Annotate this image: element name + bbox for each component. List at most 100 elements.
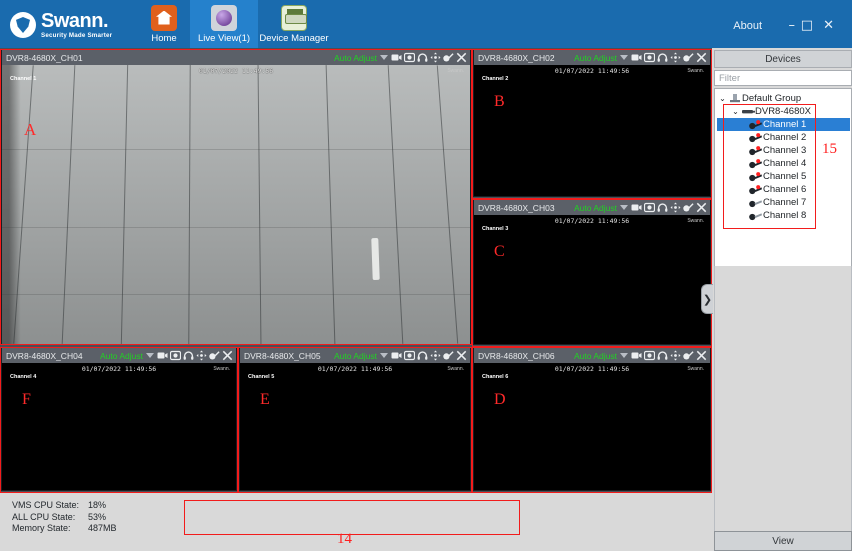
camera-icon [749, 185, 763, 195]
camera-icon [749, 172, 763, 182]
close-icon[interactable] [456, 350, 467, 361]
device-tree[interactable]: ⌄ Default Group ⌄ DVR8-4680X Channel 1 [714, 88, 852, 278]
tree-channel-label: Channel 2 [763, 132, 806, 143]
audio-icon[interactable] [417, 350, 428, 361]
tab-home[interactable]: Home [132, 0, 196, 48]
tree-channel-5[interactable]: Channel 5 [717, 170, 851, 183]
video-feed-ch05[interactable]: 01/07/2022 11:49:56 Swann. Channel 5 E [240, 363, 470, 490]
auto-adjust-label[interactable]: Auto Adjust [574, 53, 617, 63]
chevron-down-icon[interactable] [380, 55, 388, 60]
brand-tagline: Security Made Smarter [41, 33, 112, 39]
edit-icon[interactable] [209, 350, 220, 361]
video-feed-ch01[interactable]: 01/07/2022 11:49:56 Swann. Channel 1 A [2, 65, 470, 344]
chevron-down-icon[interactable] [620, 205, 628, 210]
device-filter-input[interactable]: Filter [714, 70, 852, 86]
tree-group-default[interactable]: ⌄ Default Group [717, 92, 851, 105]
annotation-14: 14 [337, 531, 352, 548]
edit-icon[interactable] [443, 350, 454, 361]
panel-titlebar-ch06: DVR8-4680X_CH06 Auto Adjust [474, 348, 710, 363]
tree-channel-6[interactable]: Channel 6 [717, 183, 851, 196]
ptz-icon[interactable] [670, 350, 681, 361]
close-icon[interactable] [456, 52, 467, 63]
snapshot-icon[interactable] [644, 52, 655, 63]
annotation-letter-f: F [22, 391, 31, 409]
record-icon[interactable] [631, 350, 642, 361]
about-link[interactable]: About [733, 20, 762, 32]
video-feed-ch04[interactable]: 01/07/2022 11:49:56 Swann. Channel 4 F [2, 363, 236, 490]
devices-sidebar: Devices Filter ⌄ Default Group ⌄ DVR8-46… [714, 50, 852, 551]
close-icon[interactable]: ✕ [823, 18, 834, 33]
tree-channel-4[interactable]: Channel 4 [717, 157, 851, 170]
auto-adjust-label[interactable]: Auto Adjust [574, 203, 617, 213]
annotation-15: 15 [822, 141, 837, 158]
auto-adjust-label[interactable]: Auto Adjust [334, 53, 377, 63]
collapse-sidebar-toggle[interactable]: ❯ [701, 284, 713, 314]
video-panel-ch02[interactable]: DVR8-4680X_CH02 Auto Adjust 01/07/2022 1… [473, 49, 711, 197]
tree-channel-label: Channel 3 [763, 145, 806, 156]
tab-live-view[interactable]: Live View(1) [190, 0, 258, 48]
snapshot-icon[interactable] [404, 350, 415, 361]
record-icon[interactable] [631, 52, 642, 63]
chevron-down-icon[interactable]: ⌄ [730, 107, 741, 116]
audio-icon[interactable] [183, 350, 194, 361]
record-icon[interactable] [391, 52, 402, 63]
snapshot-icon[interactable] [644, 350, 655, 361]
tree-device-dvr[interactable]: ⌄ DVR8-4680X [717, 105, 851, 118]
tree-channel-7[interactable]: Channel 7 [717, 196, 851, 209]
video-feed-ch06[interactable]: 01/07/2022 11:49:56 Swann. Channel 6 D [474, 363, 710, 490]
close-icon[interactable] [696, 350, 707, 361]
video-panel-ch03[interactable]: DVR8-4680X_CH03 Auto Adjust 01/07/2022 1… [473, 199, 711, 345]
tree-channel-1[interactable]: Channel 1 [717, 118, 850, 131]
close-icon[interactable] [696, 52, 707, 63]
audio-icon[interactable] [657, 202, 668, 213]
ptz-icon[interactable] [670, 52, 681, 63]
snapshot-icon[interactable] [644, 202, 655, 213]
audio-icon[interactable] [417, 52, 428, 63]
edit-icon[interactable] [683, 202, 694, 213]
tree-channel-8[interactable]: Channel 8 [717, 209, 851, 222]
auto-adjust-label[interactable]: Auto Adjust [574, 351, 617, 361]
minimize-icon[interactable]: – [789, 18, 796, 33]
camera-icon [749, 120, 763, 130]
video-panel-ch01[interactable]: DVR8-4680X_CH01 Auto Adjust [1, 49, 471, 345]
edit-icon[interactable] [683, 350, 694, 361]
close-icon[interactable] [222, 350, 233, 361]
ptz-icon[interactable] [430, 350, 441, 361]
overlay-channel-label: Channel 1 [10, 76, 36, 82]
auto-adjust-label[interactable]: Auto Adjust [334, 351, 377, 361]
close-icon[interactable] [696, 202, 707, 213]
record-icon[interactable] [631, 202, 642, 213]
video-feed-ch02[interactable]: 01/07/2022 11:49:56 Swann. Channel 2 B [474, 65, 710, 196]
audio-icon[interactable] [657, 350, 668, 361]
edit-icon[interactable] [683, 52, 694, 63]
video-grid: DVR8-4680X_CH01 Auto Adjust [0, 48, 712, 493]
record-icon[interactable] [157, 350, 168, 361]
chevron-down-icon[interactable] [380, 353, 388, 358]
swann-logo: Swann. Security Made Smarter [10, 8, 120, 42]
ptz-icon[interactable] [196, 350, 207, 361]
chevron-down-icon[interactable]: ⌄ [717, 94, 728, 103]
auto-adjust-label[interactable]: Auto Adjust [100, 351, 143, 361]
video-panel-ch05[interactable]: DVR8-4680X_CH05 Auto Adjust 01/07/2022 1… [239, 347, 471, 491]
memory-value: 487MB [88, 523, 117, 535]
snapshot-icon[interactable] [404, 52, 415, 63]
ptz-icon[interactable] [430, 52, 441, 63]
panel-title: DVR8-4680X_CH06 [478, 351, 555, 361]
tab-device-manager[interactable]: Device Manager [258, 0, 330, 48]
memory-label: Memory State: [12, 523, 88, 535]
video-feed-ch03[interactable]: 01/07/2022 11:49:56 Swann. Channel 3 C [474, 215, 710, 344]
ptz-icon[interactable] [670, 202, 681, 213]
status-bar: VMS CPU State:18% ALL CPU State:53% Memo… [0, 493, 714, 551]
view-button[interactable]: View [714, 531, 852, 551]
chevron-down-icon[interactable] [620, 353, 628, 358]
maximize-icon[interactable]: □ [801, 18, 813, 33]
video-panel-ch06[interactable]: DVR8-4680X_CH06 Auto Adjust 01/07/2022 1… [473, 347, 711, 491]
edit-icon[interactable] [443, 52, 454, 63]
annotation-letter-e: E [260, 391, 270, 409]
video-panel-ch04[interactable]: DVR8-4680X_CH04 Auto Adjust 01/07/2022 1… [1, 347, 237, 491]
snapshot-icon[interactable] [170, 350, 181, 361]
chevron-down-icon[interactable] [146, 353, 154, 358]
chevron-down-icon[interactable] [620, 55, 628, 60]
record-icon[interactable] [391, 350, 402, 361]
audio-icon[interactable] [657, 52, 668, 63]
